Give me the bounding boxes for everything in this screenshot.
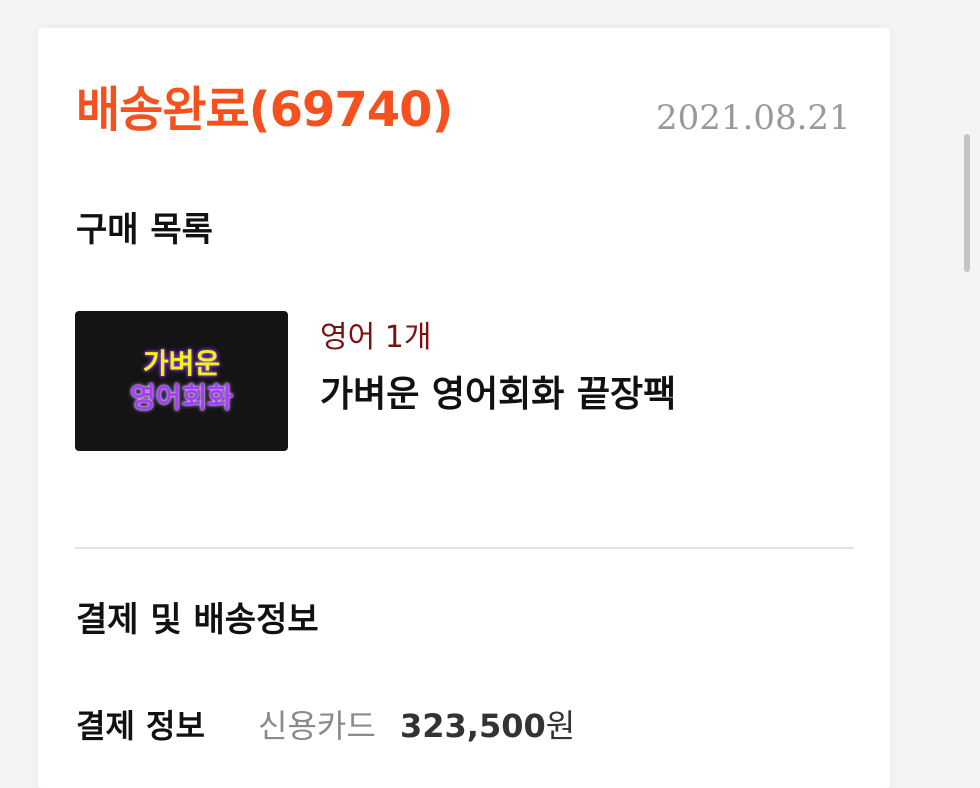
- order-date: 2021.08.21: [656, 98, 851, 138]
- product-name[interactable]: 가벼운 영어회화 끝장팩: [320, 372, 676, 418]
- order-status-title: 배송완료(69740): [76, 82, 454, 138]
- payment-amount-value: 323,500: [400, 707, 546, 745]
- page-scrollbar[interactable]: [964, 134, 970, 272]
- thumbnail-text-line2: 영어회화: [129, 381, 234, 414]
- payment-shipping-heading: 결제 및 배송정보: [76, 600, 319, 640]
- product-option: 영어 1개: [320, 320, 432, 355]
- section-divider: [75, 547, 854, 549]
- payment-currency: 원: [545, 707, 576, 745]
- thumbnail-text-line1: 가벼운: [142, 347, 221, 380]
- purchase-list-heading: 구매 목록: [76, 210, 213, 250]
- payment-amount: 323,500원: [400, 704, 575, 748]
- product-thumbnail[interactable]: 가벼운 영어회화: [75, 311, 288, 451]
- payment-method: 신용카드: [258, 707, 376, 745]
- order-detail-card: 배송완료(69740) 2021.08.21 구매 목록 가벼운 영어회화 영어…: [38, 28, 890, 788]
- payment-info-label: 결제 정보: [76, 707, 205, 745]
